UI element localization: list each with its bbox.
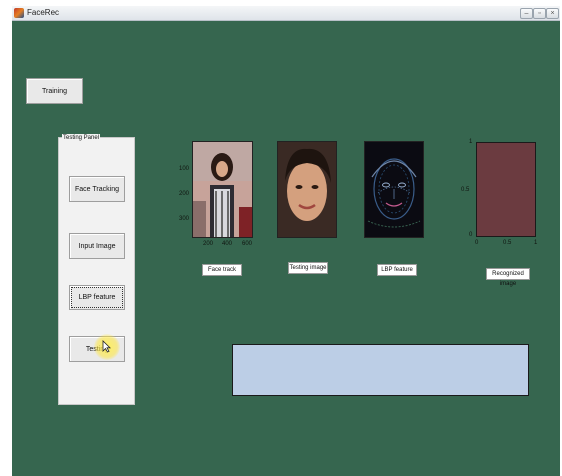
axes4-xtick: 0 — [475, 240, 479, 246]
face-tracking-button[interactable]: Face Tracking — [69, 176, 125, 202]
testing-image — [277, 141, 337, 238]
input-image-button[interactable]: Input Image — [69, 233, 125, 259]
axes1-ytick: 100 — [179, 166, 190, 172]
axes1-ytick: 300 — [179, 216, 190, 222]
window-title: FaceRec — [27, 8, 60, 17]
face-track-label: Face track — [202, 264, 242, 276]
lbp-feature-image — [364, 141, 424, 238]
result-display-box — [232, 344, 529, 396]
testing-panel-title: Testing Panel — [62, 134, 101, 142]
axes1-ytick: 200 — [179, 191, 190, 197]
axes1-xtick: 600 — [242, 241, 253, 247]
face-track-image — [192, 141, 253, 238]
training-button[interactable]: Training — [26, 78, 83, 104]
axes4-ytick: 1 — [469, 139, 473, 145]
testing-panel: Testing Panel Face Tracking Input Image … — [58, 134, 135, 405]
axes4-ytick: 0.5 — [461, 187, 470, 193]
axes1-xtick: 200 — [203, 241, 214, 247]
close-button[interactable]: × — [546, 8, 559, 19]
testing-image-label: Testing image — [288, 262, 328, 274]
minimize-button[interactable]: – — [520, 8, 533, 19]
axes4-xtick: 0.5 — [503, 240, 512, 246]
maximize-button[interactable]: ▫ — [533, 8, 546, 19]
axes1-xtick: 400 — [222, 241, 233, 247]
matlab-app-icon — [14, 8, 24, 18]
recognized-image-label: Recognized image — [486, 268, 530, 287]
title-bar: FaceRec – ▫ × — [12, 6, 560, 21]
recognized-image-axes — [476, 142, 536, 237]
lbp-feature-button[interactable]: LBP feature — [69, 285, 125, 310]
axes4-xtick: 1 — [534, 240, 538, 246]
app-window: FaceRec – ▫ × Training Testing Panel Fac… — [12, 6, 560, 476]
lbp-feature-label: LBP feature — [377, 264, 417, 276]
axes4-ytick: 0 — [469, 232, 473, 238]
mouse-pointer-icon — [102, 340, 111, 353]
